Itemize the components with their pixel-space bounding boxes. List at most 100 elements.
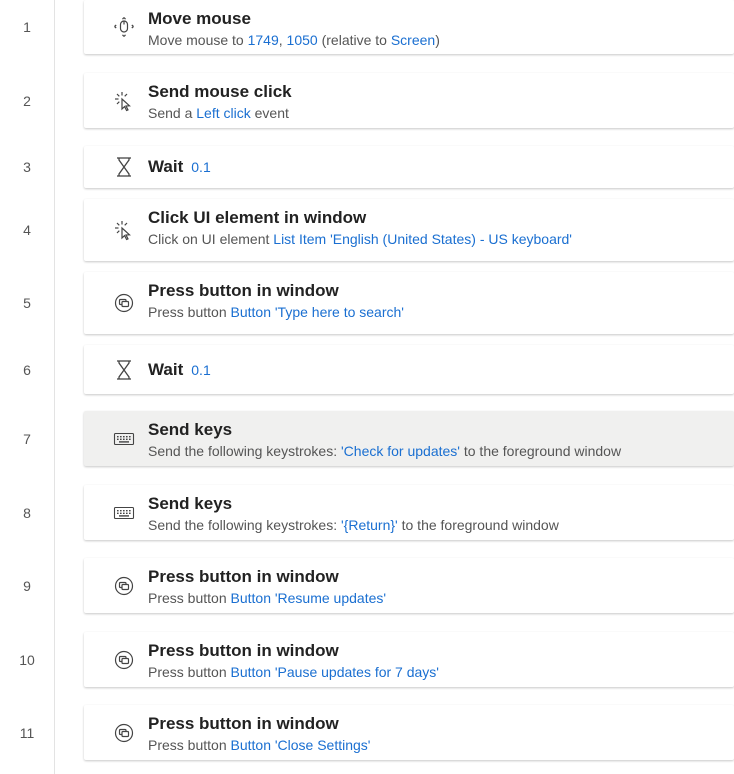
action-title: Press button in window <box>148 567 339 587</box>
hourglass-icon <box>112 358 136 382</box>
description-text: Click on UI element <box>148 231 274 247</box>
parameter-link[interactable]: 1050 <box>287 32 318 48</box>
action-title: Wait 0.1 <box>148 360 211 380</box>
step-number: 4 <box>23 222 31 238</box>
action-card[interactable]: Move mouse Move mouse to 1749, 1050 (rela… <box>84 0 734 54</box>
press-button-icon <box>112 291 136 315</box>
description-text: event <box>250 105 289 121</box>
action-title: Send keys <box>148 494 232 514</box>
action-description: Press button Button 'Resume updates' <box>148 590 386 606</box>
action-title-text: Wait <box>148 157 184 176</box>
step-number: 1 <box>23 19 31 35</box>
description-text: ) <box>435 32 440 48</box>
action-title: Send mouse click <box>148 82 292 102</box>
description-text: to the foreground window <box>397 517 559 533</box>
flow-step-row: 2 Send mouse click Send a Left click event <box>0 73 734 128</box>
hourglass-icon <box>112 155 136 179</box>
mouse-click-icon <box>112 218 136 242</box>
parameter-link[interactable]: '{Return}' <box>341 517 398 533</box>
parameter-link[interactable]: List Item 'English (United States) - US … <box>273 231 572 247</box>
action-description: Send the following keystrokes: 'Check fo… <box>148 443 621 459</box>
action-title-text: Click UI element in window <box>148 208 367 227</box>
action-card[interactable]: Send keys Send the following keystrokes: … <box>84 411 734 466</box>
action-description: Send the following keystrokes: '{Return}… <box>148 517 559 533</box>
description-text: Press button <box>148 664 231 680</box>
action-card[interactable]: Press button in window Press button Butto… <box>84 632 734 687</box>
description-text: Press button <box>148 737 231 753</box>
action-title-text: Send keys <box>148 494 233 513</box>
press-button-icon <box>112 574 136 598</box>
flow-step-row: 1 Move mouse Move mouse to 1749, 1050 (rel… <box>0 0 734 54</box>
parameter-link[interactable]: 'Check for updates' <box>341 443 460 459</box>
parameter-link[interactable]: 1749 <box>248 32 279 48</box>
description-text: Send the following keystrokes: <box>148 517 341 533</box>
description-text: (relative to <box>317 32 391 48</box>
press-button-icon <box>112 721 136 745</box>
action-title-text: Press button in window <box>148 641 339 660</box>
flow-step-row: 11 Press button in window Press button But… <box>0 705 734 760</box>
action-title: Wait 0.1 <box>148 157 211 177</box>
step-number: 9 <box>23 577 31 594</box>
action-card[interactable]: Press button in window Press button Butto… <box>84 272 734 334</box>
description-text: , <box>278 32 287 48</box>
parameter-link[interactable]: Left click <box>196 105 250 121</box>
action-title-text: Send keys <box>148 420 233 439</box>
keyboard-icon <box>112 501 136 525</box>
action-description: Press button Button 'Close Settings' <box>148 737 370 753</box>
step-number: 8 <box>23 504 31 521</box>
action-title: Press button in window <box>148 641 339 661</box>
action-title-text: Move mouse <box>148 9 251 28</box>
action-card[interactable]: Send mouse click Send a Left click event <box>84 73 734 128</box>
flow-step-row: 4 Click UI element in window Click on UI e… <box>0 199 734 261</box>
press-button-icon <box>112 648 136 672</box>
action-description: Send a Left click event <box>148 105 289 121</box>
description-text: Press button <box>148 590 231 606</box>
action-title-text: Press button in window <box>148 567 339 586</box>
action-description: Press button Button 'Pause updates for 7… <box>148 664 439 680</box>
action-title: Press button in window <box>148 714 339 734</box>
action-title-text: Press button in window <box>148 714 339 733</box>
step-number: 5 <box>23 295 31 311</box>
flow-step-row: 3 Wait 0.1 <box>0 146 734 188</box>
parameter-link[interactable]: Button 'Resume updates' <box>231 590 387 606</box>
flow-step-row: 9 Press button in window Press button Butt… <box>0 558 734 613</box>
flow-step-row: 10 Press button in window Press button But… <box>0 632 734 687</box>
action-title-text: Press button in window <box>148 281 339 300</box>
action-description: Move mouse to 1749, 1050 (relative to Sc… <box>148 32 440 48</box>
step-number: 7 <box>23 430 31 447</box>
action-card[interactable]: Send keys Send the following keystrokes: … <box>84 485 734 540</box>
action-title: Press button in window <box>148 281 339 301</box>
mouse-click-icon <box>112 89 136 113</box>
flow-step-row: 5 Press button in window Press button Butt… <box>0 272 734 334</box>
action-title: Send keys <box>148 420 232 440</box>
flow-step-row: 6 Wait 0.1 <box>0 345 734 394</box>
wait-duration-value[interactable]: 0.1 <box>191 362 210 378</box>
move-mouse-icon <box>112 15 136 39</box>
wait-duration-value[interactable]: 0.1 <box>191 159 210 175</box>
action-card[interactable]: Press button in window Press button Butto… <box>84 705 734 760</box>
action-card[interactable]: Wait 0.1 <box>84 345 734 394</box>
description-text: to the foreground window <box>459 443 622 459</box>
parameter-link[interactable]: Button 'Type here to search' <box>231 304 404 320</box>
action-card[interactable]: Press button in window Press button Butto… <box>84 558 734 613</box>
action-title: Move mouse <box>148 9 251 29</box>
step-number: 6 <box>23 361 31 378</box>
action-card[interactable]: Wait 0.1 <box>84 146 734 188</box>
step-number: 11 <box>19 724 35 741</box>
step-number: 2 <box>23 92 31 109</box>
step-number: 3 <box>23 159 31 175</box>
action-description: Press button Button 'Type here to search… <box>148 304 404 320</box>
parameter-link[interactable]: Button 'Close Settings' <box>231 737 371 753</box>
action-description: Click on UI element List Item 'English (… <box>148 231 572 247</box>
description-text: Move mouse to <box>148 32 248 48</box>
description-text: Press button <box>148 304 231 320</box>
flow-step-row: 8 Send keys Send the following keystrokes:… <box>0 485 734 540</box>
action-title: Click UI element in window <box>148 208 366 228</box>
action-card[interactable]: Click UI element in window Click on UI el… <box>84 199 734 261</box>
action-title-text: Wait <box>148 359 184 379</box>
keyboard-icon <box>112 427 136 451</box>
description-text: Send a <box>148 105 197 121</box>
description-text: Send the following keystrokes: <box>148 443 341 459</box>
parameter-link[interactable]: Screen <box>391 32 435 48</box>
parameter-link[interactable]: Button 'Pause updates for 7 days' <box>231 664 439 680</box>
